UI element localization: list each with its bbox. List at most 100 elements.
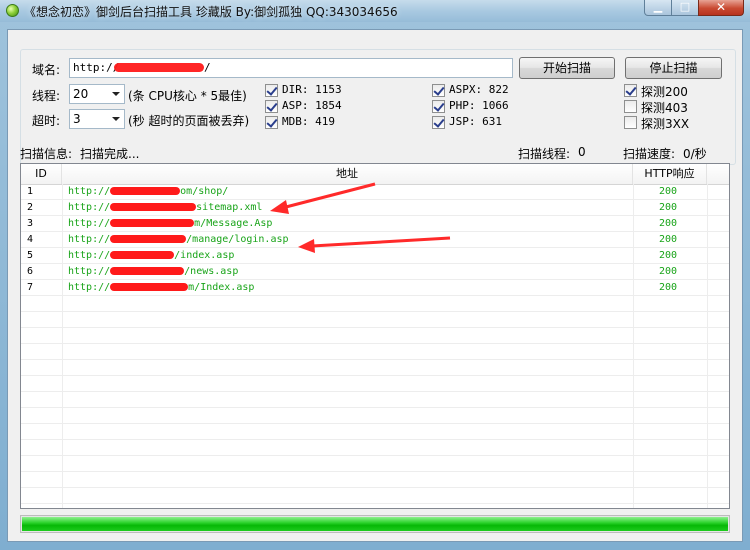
dict-label-asp: ASP: 1854 <box>282 99 342 112</box>
grid-line <box>21 471 729 472</box>
cell-url-end: m/Message.Asp <box>194 218 273 229</box>
scan-progress-fill <box>22 517 728 531</box>
detect-label-403: 探测403 <box>641 101 688 115</box>
grid-line <box>21 455 729 456</box>
app-icon <box>6 4 19 17</box>
cell-http-code: 200 <box>658 282 678 293</box>
cell-url-start: http:// <box>68 266 111 277</box>
url-redaction <box>110 235 187 243</box>
cell-url[interactable]: http:// m/Index.asp <box>68 280 628 296</box>
cell-id: 2 <box>27 202 34 213</box>
cell-url-end: m/Index.asp <box>188 282 255 293</box>
grid-line <box>21 391 729 392</box>
cell-url[interactable]: http:// /news.asp <box>68 264 628 280</box>
grid-line <box>21 359 729 360</box>
dict-label-aspx: ASPX: 822 <box>449 83 509 96</box>
table-row[interactable]: 6 http:// /news.asp 200 <box>21 264 729 280</box>
cell-http-code: 200 <box>658 266 678 277</box>
results-table[interactable]: ID 地址 HTTP响应 1 http:// om/shop/200 2 http://… <box>20 163 730 509</box>
scan-speed-value: 0/秒 <box>683 147 707 161</box>
checkbox-icon <box>624 84 637 97</box>
grid-line <box>21 439 729 440</box>
check-icon <box>266 100 278 112</box>
threads-select-value: 20 <box>73 87 89 101</box>
check-icon <box>266 84 278 96</box>
grid-line <box>21 343 729 344</box>
app-window: 《想念初恋》御剑后台扫描工具 珍藏版 By:御剑孤独 QQ:343034656 … <box>0 0 750 550</box>
cell-url-end: om/shop/ <box>180 186 229 197</box>
chevron-down-icon <box>112 117 120 121</box>
column-header-url[interactable]: 地址 <box>62 164 633 184</box>
scan-info-label: 扫描信息: <box>20 147 73 161</box>
column-header-id[interactable]: ID <box>21 164 62 184</box>
stop-scan-button[interactable]: 停止扫描 <box>625 57 722 79</box>
cell-url-start: http:// <box>68 202 111 213</box>
grid-line <box>21 487 729 488</box>
domain-label: 域名: <box>32 63 61 77</box>
table-row[interactable]: 2 http:// sitemap.xml 200 <box>21 200 729 216</box>
cell-url-start: http:// <box>68 186 111 197</box>
timeout-hint: (秒 超时的页面被丢弃) <box>128 114 250 128</box>
domain-value-prefix: http:// <box>73 61 120 74</box>
cell-id: 5 <box>27 250 34 261</box>
domain-redaction <box>114 63 204 72</box>
url-redaction <box>110 219 195 227</box>
cell-url[interactable]: http:// /manage/login.asp <box>68 232 628 248</box>
checkbox-icon <box>624 100 637 113</box>
client-area: 域名: http:// / 开始扫描 停止扫描 线程: 20 (条 CPU核心 … <box>7 29 743 542</box>
scan-threads-value: 0 <box>578 145 586 159</box>
scan-info-value: 扫描完成... <box>80 147 140 161</box>
close-button[interactable]: ✕ <box>698 0 744 16</box>
cell-http-code: 200 <box>658 250 678 261</box>
cell-url-start: http:// <box>68 282 111 293</box>
timeout-label: 超时: <box>32 114 61 128</box>
title-bar[interactable]: 《想念初恋》御剑后台扫描工具 珍藏版 By:御剑孤独 QQ:343034656 … <box>0 0 750 22</box>
table-row[interactable]: 7 http:// m/Index.asp 200 <box>21 280 729 296</box>
timeout-select-value: 3 <box>73 112 81 126</box>
url-redaction <box>110 283 189 291</box>
check-icon <box>433 100 445 112</box>
table-header: ID 地址 HTTP响应 <box>21 164 729 185</box>
timeout-select[interactable]: 3 <box>69 109 125 129</box>
table-row[interactable]: 5 http:// /index.asp 200 <box>21 248 729 264</box>
cell-id: 3 <box>27 218 34 229</box>
threads-select[interactable]: 20 <box>69 84 125 104</box>
cell-http-code: 200 <box>658 186 678 197</box>
chevron-down-icon <box>112 92 120 96</box>
scan-speed-label: 扫描速度: <box>623 147 676 161</box>
cell-url-end: /manage/login.asp <box>186 234 289 245</box>
cell-http-code: 200 <box>658 218 678 229</box>
cell-url-start: http:// <box>68 234 111 245</box>
cell-url[interactable]: http:// /index.asp <box>68 248 628 264</box>
grid-line <box>21 423 729 424</box>
column-header-http[interactable]: HTTP响应 <box>633 164 707 184</box>
scan-progress-bar <box>20 515 730 533</box>
cell-url[interactable]: http:// sitemap.xml <box>68 200 628 216</box>
cell-http-code: 200 <box>658 202 678 213</box>
detect-label-200: 探测200 <box>641 85 688 99</box>
start-scan-button[interactable]: 开始扫描 <box>519 57 615 79</box>
cell-url-start: http:// <box>68 250 111 261</box>
cell-url-end: sitemap.xml <box>196 202 263 213</box>
cell-url-end: /index.asp <box>174 250 235 261</box>
maximize-button[interactable]: □ <box>671 0 699 16</box>
threads-hint: (条 CPU核心 * 5最佳) <box>128 89 247 103</box>
domain-input[interactable]: http:// / <box>69 58 513 78</box>
grid-line <box>21 407 729 408</box>
cell-url[interactable]: http:// m/Message.Asp <box>68 216 628 232</box>
check-icon <box>433 116 445 128</box>
cell-url-start: http:// <box>68 218 111 229</box>
table-row[interactable]: 4 http:// /manage/login.asp 200 <box>21 232 729 248</box>
checkbox-icon <box>432 116 445 129</box>
domain-value-suffix: / <box>204 61 211 74</box>
table-row[interactable]: 1 http:// om/shop/200 <box>21 184 729 200</box>
cell-url[interactable]: http:// om/shop/ <box>68 184 628 200</box>
minimize-button[interactable]: ▁ <box>644 0 672 16</box>
table-row[interactable]: 3 http:// m/Message.Asp 200 <box>21 216 729 232</box>
threads-label: 线程: <box>32 89 61 103</box>
url-redaction <box>110 251 175 259</box>
url-redaction <box>110 187 181 195</box>
grid-line <box>21 375 729 376</box>
cell-id: 6 <box>27 266 34 277</box>
grid-line <box>21 311 729 312</box>
